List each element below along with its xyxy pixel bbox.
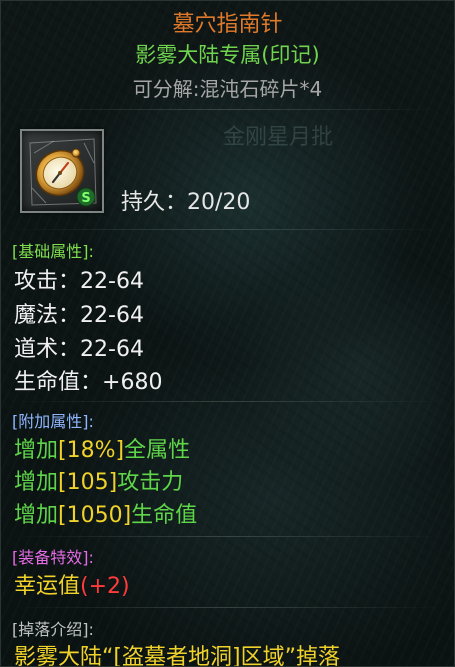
- item-decompose-info: 可分解:混沌石碎片*4: [132, 77, 323, 101]
- extra-value: [1050]: [58, 503, 132, 528]
- basic-attributes-label: [基础属性]:: [12, 242, 94, 261]
- stat-name: 生命值：: [14, 370, 103, 395]
- extra-suffix: 全属性: [124, 438, 191, 463]
- extra-prefix: 增加: [14, 438, 59, 463]
- stat-name: 道术：: [14, 337, 81, 362]
- effect-divider: [11, 607, 444, 608]
- stat-hp: 生命值：+680: [14, 364, 162, 396]
- extra-attr-hp: 增加[1050]生命值: [14, 497, 197, 529]
- item-tooltip: 墓穴指南针 影雾大陆专属(印记) 可分解:混沌石碎片*4 金刚星月批 S 持久：…: [0, 0, 455, 667]
- stat-value: 22-64: [80, 269, 144, 294]
- stat-attack: 攻击：22-64: [14, 263, 144, 295]
- item-exclusive-tag: 影雾大陆专属(印记): [135, 43, 320, 67]
- stat-value: 22-64: [80, 303, 144, 328]
- stat-name: 攻击：: [14, 269, 81, 294]
- extra-suffix: 攻击力: [117, 470, 184, 495]
- item-name: 墓穴指南针: [172, 12, 283, 37]
- item-icon-slot: S: [20, 129, 104, 213]
- extra-attr-attack: 增加[105]攻击力: [14, 464, 183, 496]
- effect-value: (+2): [80, 574, 130, 599]
- durability-value: 持久：20/20: [121, 190, 251, 215]
- drop-info-text: 影雾大陆“[盗墓者地洞]区域”掉落: [14, 645, 340, 667]
- extra-attr-all: 增加[18%]全属性: [14, 432, 190, 464]
- extra-value: [105]: [58, 470, 118, 495]
- equip-effect-label: [装备特效]:: [12, 548, 94, 567]
- stat-magic: 魔法：22-64: [14, 297, 144, 329]
- extra-value: [18%]: [58, 438, 125, 463]
- stat-taoism: 道术：22-64: [14, 331, 144, 363]
- compass-icon: S: [29, 138, 97, 207]
- stat-value: +680: [102, 370, 163, 395]
- watermark-text: 金刚星月批: [223, 125, 334, 150]
- icon-divider: [11, 229, 444, 230]
- extra-prefix: 增加: [14, 503, 59, 528]
- extra-prefix: 增加: [14, 470, 59, 495]
- equip-effect-luck: 幸运值(+2): [14, 568, 130, 600]
- drop-info-label: [掉落介绍]:: [12, 620, 94, 639]
- header-divider: [11, 109, 444, 110]
- extra-divider: [11, 536, 444, 537]
- basic-divider: [11, 401, 444, 402]
- effect-name: 幸运值: [14, 574, 81, 599]
- icon-badge: S: [81, 191, 90, 206]
- stat-value: 22-64: [80, 337, 144, 362]
- extra-attributes-label: [附加属性]:: [12, 412, 94, 431]
- extra-suffix: 生命值: [131, 503, 198, 528]
- stat-name: 魔法：: [14, 303, 81, 328]
